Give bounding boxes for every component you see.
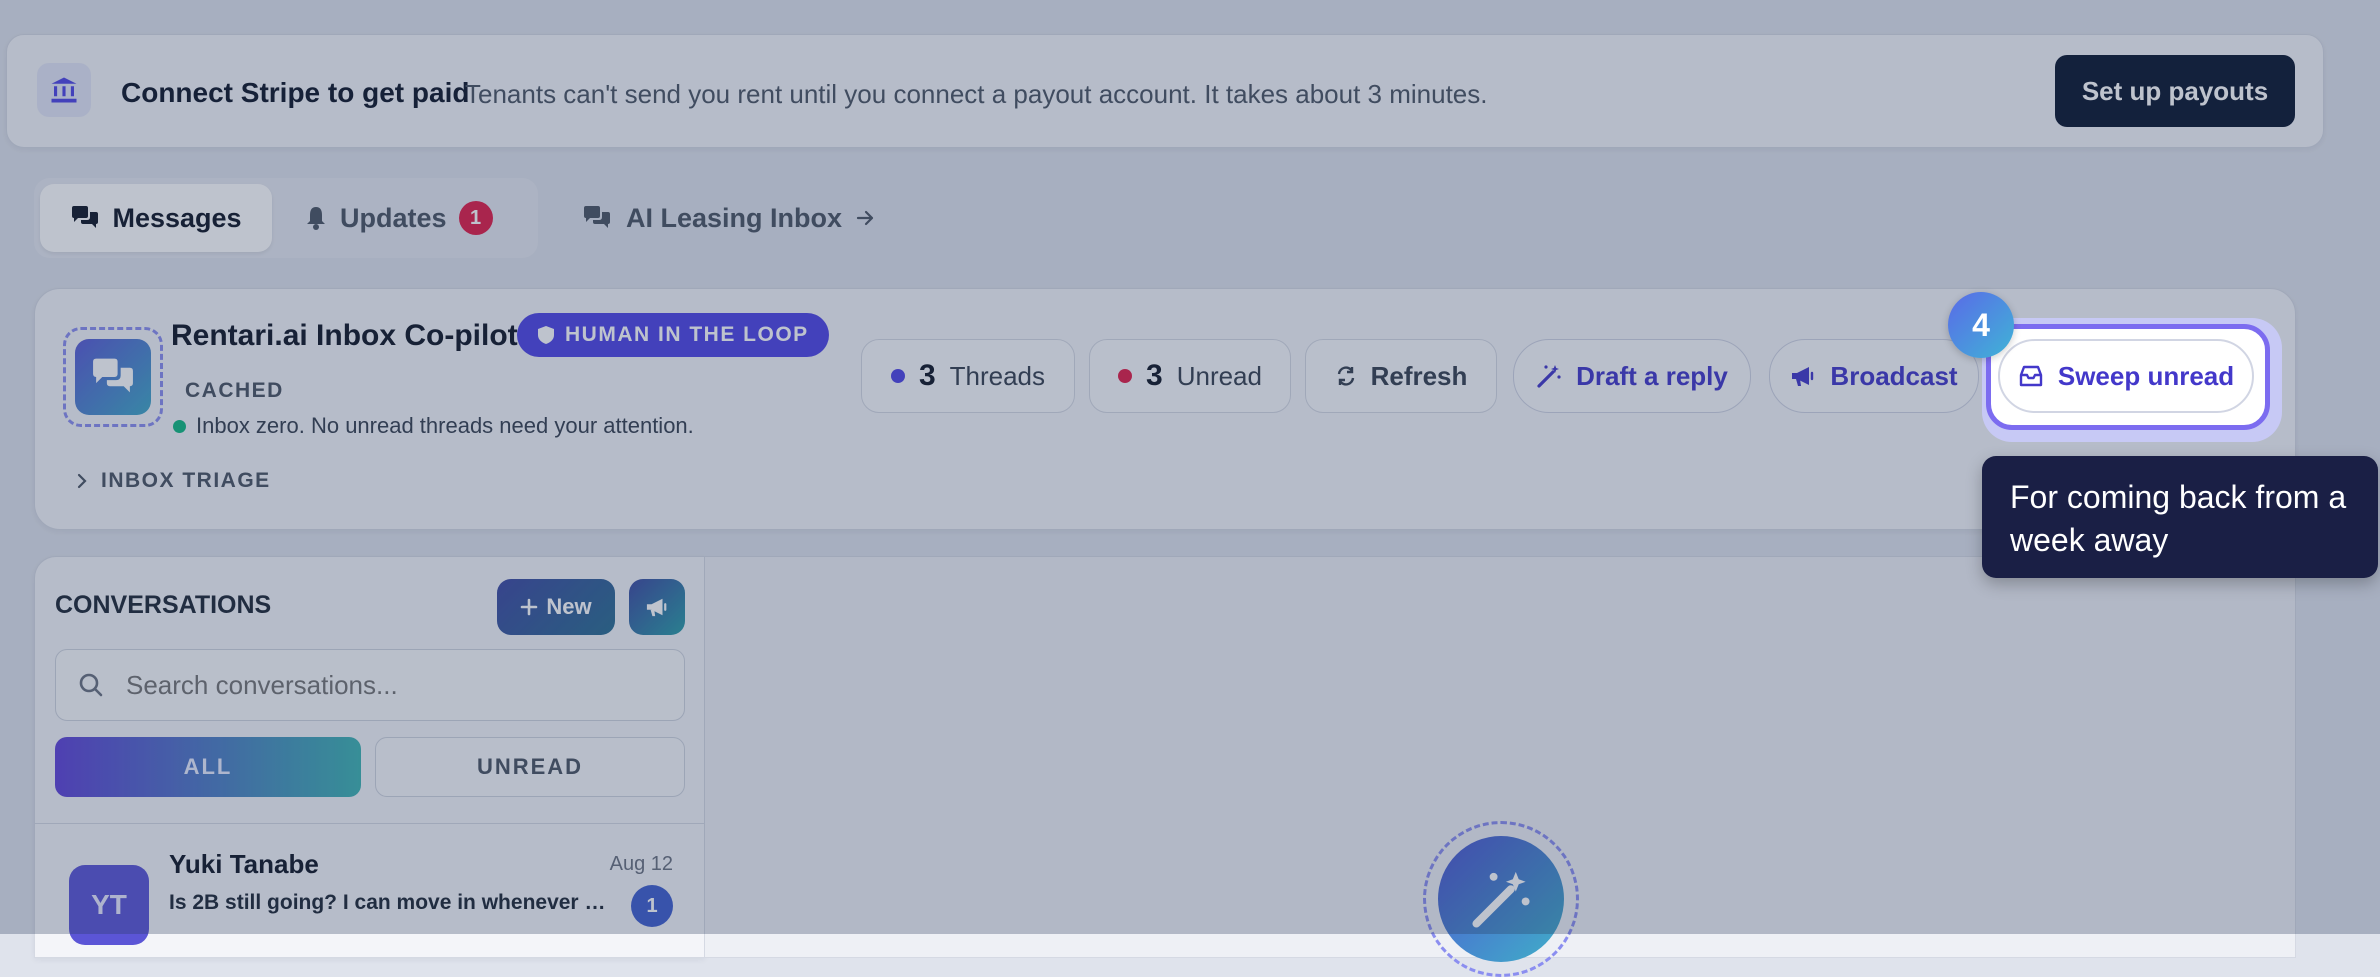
search-box: [55, 649, 685, 721]
threads-label: Threads: [949, 360, 1046, 391]
tab-updates[interactable]: Updates 1: [304, 184, 493, 252]
human-in-the-loop-badge: HUMAN IN THE LOOP: [517, 313, 829, 357]
sweep-unread-label: Sweep unread: [2057, 360, 2235, 391]
inbox-triage-toggle[interactable]: INBOX TRIAGE: [75, 469, 271, 493]
search-icon: [79, 673, 103, 697]
new-conversation-button[interactable]: New: [497, 579, 615, 635]
unread-count-badge: 1: [631, 885, 673, 927]
inbox-triage-label: INBOX TRIAGE: [101, 469, 271, 492]
ai-leasing-inbox-link[interactable]: AI Leasing Inbox: [582, 196, 876, 240]
page: Connect Stripe to get paid Tenants can't…: [0, 0, 2380, 977]
cached-label: CACHED: [185, 379, 284, 402]
refresh-label: Refresh: [1370, 360, 1468, 391]
stripe-banner: Connect Stripe to get paid Tenants can't…: [6, 34, 2324, 148]
ai-leasing-inbox-label: AI Leasing Inbox: [626, 202, 843, 233]
megaphone-icon: [1792, 367, 1814, 386]
filter-unread-button[interactable]: UNREAD: [375, 737, 685, 797]
search-input[interactable]: [124, 668, 668, 702]
list-divider: [35, 823, 705, 824]
banner-title: Connect Stripe to get paid: [121, 77, 470, 108]
tour-step-badge: 4: [1948, 292, 2014, 358]
updates-count-badge: 1: [458, 201, 493, 235]
conversation-preview: Is 2B still going? I can move in wheneve…: [169, 891, 609, 914]
human-in-the-loop-label: HUMAN IN THE LOOP: [565, 323, 809, 346]
broadcast-button[interactable]: Broadcast: [1769, 339, 1979, 413]
unread-stat: 3 Unread: [1089, 339, 1291, 413]
status-dot: [173, 419, 186, 433]
conversation-view: [704, 556, 2296, 977]
arrow-right-icon: [856, 210, 874, 226]
tab-messages[interactable]: Messages: [40, 184, 272, 252]
unread-dot: [1118, 369, 1133, 383]
conversation-date: Aug 12: [609, 853, 673, 875]
bell-icon: [307, 207, 325, 230]
magic-wand-icon: [1537, 365, 1561, 388]
inbox-tabs: Messages Updates 1: [34, 178, 538, 258]
chat-bubbles-icon: [72, 206, 99, 228]
chevron-right-icon: [77, 473, 87, 489]
tab-updates-label: Updates: [340, 202, 447, 233]
draft-reply-label: Draft a reply: [1576, 360, 1728, 391]
chat-bubbles-icon: [93, 358, 133, 393]
bank-icon: [37, 63, 91, 117]
tour-tooltip: For coming back from a week away: [1982, 456, 2378, 578]
refresh-icon: [1337, 366, 1354, 386]
threads-dot: [890, 369, 905, 383]
inbox-icon: [2019, 365, 2043, 387]
shield-icon: [538, 326, 554, 344]
conversation-name: Yuki Tanabe: [169, 849, 319, 879]
new-conversation-label: New: [546, 594, 592, 619]
threads-stat: 3 Threads: [861, 339, 1075, 413]
copilot-avatar: [63, 327, 163, 427]
set-up-payouts-button[interactable]: Set up payouts: [2055, 55, 2295, 127]
empty-state-emblem: [1423, 821, 1579, 977]
magic-wand-icon: [1472, 871, 1530, 928]
broadcast-icon-button[interactable]: [629, 579, 685, 635]
inbox-status-text: Inbox zero. No unread threads need your …: [196, 413, 694, 438]
sweep-unread-button[interactable]: Sweep unread: [1998, 339, 2254, 413]
banner-text: Tenants can't send you rent until you co…: [465, 79, 1488, 109]
megaphone-icon: [646, 598, 667, 617]
conversations-title: CONVERSATIONS: [55, 591, 272, 619]
plus-icon: [521, 598, 538, 616]
threads-count: 3: [918, 359, 936, 392]
draft-reply-button[interactable]: Draft a reply: [1513, 339, 1751, 413]
unread-count: 3: [1146, 359, 1163, 392]
inbox-status: Inbox zero. No unread threads need your …: [173, 413, 694, 439]
conversations-panel: CONVERSATIONS New ALL UNREAD YT Yuki Tan…: [34, 556, 705, 958]
unread-label: Unread: [1176, 360, 1262, 391]
broadcast-label: Broadcast: [1830, 360, 1958, 391]
copilot-title: Rentari.ai Inbox Co-pilot: [171, 319, 518, 352]
avatar: YT: [69, 865, 149, 945]
chat-bubbles-icon: [584, 206, 610, 228]
refresh-button[interactable]: Refresh: [1305, 339, 1497, 413]
filter-all-button[interactable]: ALL: [55, 737, 361, 797]
tab-messages-label: Messages: [112, 202, 242, 233]
